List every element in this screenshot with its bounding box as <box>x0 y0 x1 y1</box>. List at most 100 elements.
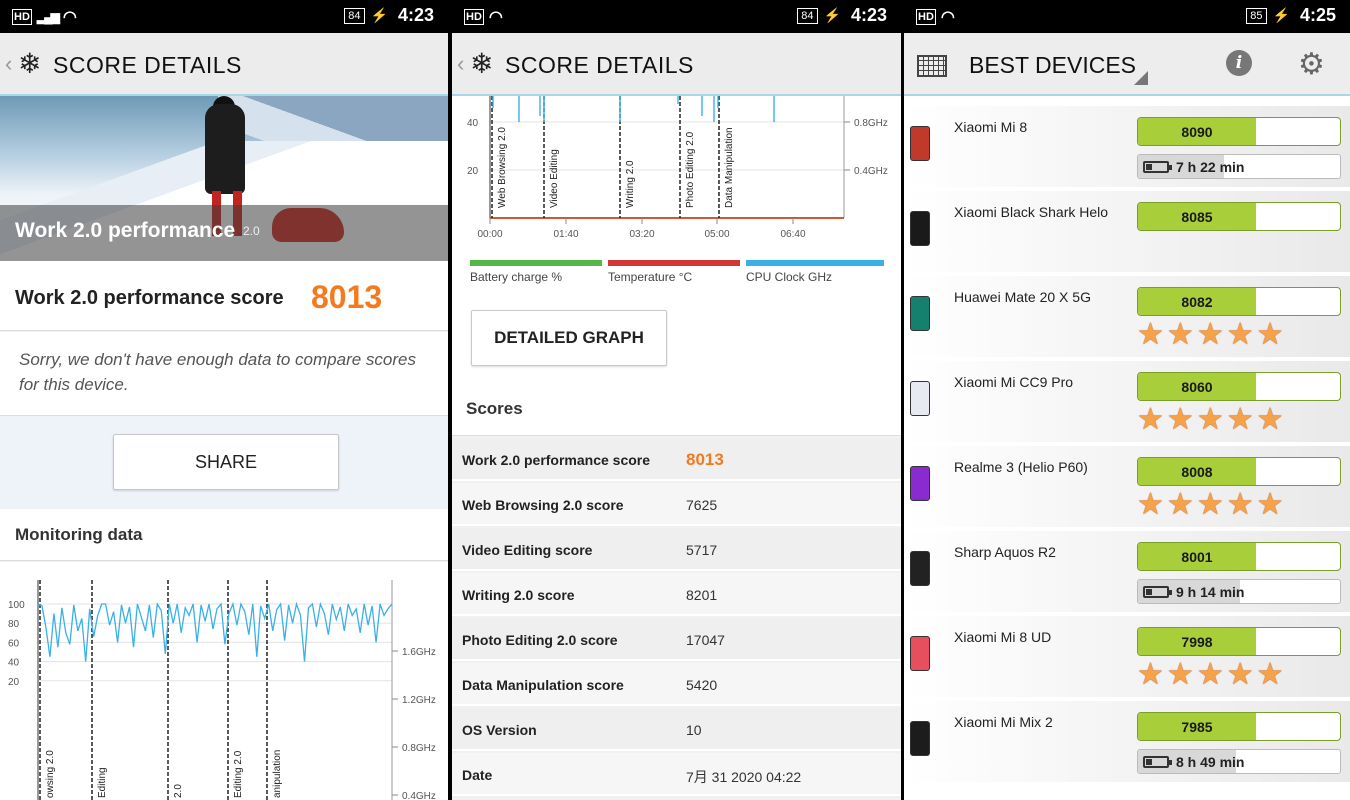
right-tick-label: 0.8GHz <box>854 118 888 129</box>
star-icon: ★ <box>1256 403 1284 436</box>
device-row[interactable]: Realme 3 (Helio P60) 8008 ★ ★ ★ ★ ★ <box>904 446 1350 529</box>
star-icon: ★ <box>1256 318 1284 351</box>
clock: 4:23 <box>397 5 434 25</box>
battery-life: 7 h 22 min <box>1176 159 1245 175</box>
device-row[interactable]: Xiaomi Mi Mix 2 7985 8 h 49 min <box>904 701 1350 784</box>
phone-thumbnail-icon <box>910 551 930 586</box>
right-tick-label: 1.6GHz <box>402 647 436 658</box>
score-row-value: 7月 31 2020 04:22 <box>686 769 802 785</box>
app-bar: BEST DEVICES i ⚙ <box>904 33 1350 96</box>
score-bar: 8085 <box>1137 202 1341 231</box>
star-icon: ★ <box>1196 403 1224 436</box>
device-row[interactable]: Xiaomi Mi 8 8090 7 h 22 min <box>904 106 1350 189</box>
monitoring-chart-svg: 100 80 60 40 20 1.6GHz 1.2GHz 0.8GHz 0.4GHz owsin… <box>8 580 436 800</box>
monitoring-chart-detail: 40 20 0.8GHz 0.4GHz Web Browsing 2.0 Video Ed… <box>452 96 901 256</box>
page-title: SCORE DETAILS <box>505 52 694 78</box>
snowflake-icon: ❄ <box>470 48 494 79</box>
score-row-label: OS Version <box>462 722 537 738</box>
segment-label: Web Browsing 2.0 <box>497 127 508 208</box>
score-row-label: Writing 2.0 score <box>462 587 575 603</box>
score-row: Date 7月 31 2020 04:22 <box>452 753 901 796</box>
hd-indicator: HD <box>12 9 32 25</box>
device-name: Xiaomi Black Shark Helo <box>954 204 1109 220</box>
device-score: 8082 <box>1181 294 1213 310</box>
back-chevron-icon[interactable]: ‹ <box>457 51 464 77</box>
y-tick-label: 80 <box>8 619 20 630</box>
segment-label: Data Manipulation <box>724 127 735 208</box>
score-details-screen-1: HD ▂▄▆ ◠ 84 ⚡ 4:23 ‹ ❄ SCORE DETAILS Work 2.… <box>0 0 448 800</box>
device-row[interactable]: Xiaomi Mi CC9 Pro 8060 ★ ★ ★ ★ ★ <box>904 361 1350 444</box>
status-bar: HD ▂▄▆ ◠ 84 ⚡ 4:23 <box>0 0 448 33</box>
x-tick-label: 05:00 <box>704 229 729 240</box>
charging-icon: ⚡ <box>370 7 388 23</box>
score-bar: 8001 <box>1137 542 1341 571</box>
device-row[interactable]: Huawei Mate 20 X 5G 8082 ★ ★ ★ ★ ★ <box>904 276 1350 359</box>
phone-thumbnail-icon <box>910 211 930 246</box>
segment-label: Editing <box>97 767 108 798</box>
phone-thumbnail-icon <box>910 721 930 756</box>
charging-icon: ⚡ <box>823 7 841 23</box>
chart-legend: Battery charge % Temperature °C CPU Cloc… <box>452 256 901 286</box>
x-tick-label: 03:20 <box>629 229 654 240</box>
star-icon: ★ <box>1166 403 1194 436</box>
battery-icon <box>1143 586 1172 598</box>
score-row: Data Manipulation score 5420 <box>452 663 901 706</box>
device-row[interactable]: Xiaomi Mi 8 UD 7998 ★ ★ ★ ★ ★ <box>904 616 1350 699</box>
score-row-value: 17047 <box>686 632 725 648</box>
score-card: Work 2.0 performance score 8013 <box>0 261 448 331</box>
segment-label: Photo Editing 2.0 <box>685 131 696 208</box>
device-name: Xiaomi Mi CC9 Pro <box>954 374 1074 390</box>
x-tick-label: 01:40 <box>553 229 578 240</box>
device-score: 7985 <box>1181 719 1213 735</box>
star-icon: ★ <box>1196 488 1224 521</box>
score-bar: 8082 <box>1137 287 1341 316</box>
app-bar: ‹ ❄ SCORE DETAILS <box>452 33 901 96</box>
best-devices-screen: HD ◠ 85 ⚡ 4:25 BEST DEVICES i ⚙ Xiaomi Mi 8… <box>904 0 1350 800</box>
star-icon: ★ <box>1196 318 1224 351</box>
device-row[interactable]: Xiaomi Black Shark Helo 8085 <box>904 191 1350 274</box>
gear-icon[interactable]: ⚙ <box>1298 47 1325 82</box>
star-icon: ★ <box>1137 318 1164 351</box>
device-score: 8008 <box>1181 464 1213 480</box>
right-tick-label: 0.8GHz <box>402 743 436 754</box>
hero-version-badge: 2.0 <box>243 224 260 238</box>
score-row: Video Editing score 5717 <box>452 528 901 571</box>
score-row-value: 5717 <box>686 542 718 558</box>
score-row: Web Browsing 2.0 score 7625 <box>452 483 901 526</box>
phone-thumbnail-icon <box>910 126 930 161</box>
signal-icon: ▂▄▆ <box>36 10 60 24</box>
score-row-value: 8201 <box>686 587 718 603</box>
x-tick-label: 00:00 <box>477 229 502 240</box>
scores-heading-label: Scores <box>466 399 523 418</box>
star-icon: ★ <box>1226 488 1254 521</box>
wifi-icon: ◠ <box>488 9 503 26</box>
info-icon[interactable]: i <box>1226 50 1252 76</box>
score-bar: 8090 <box>1137 117 1341 146</box>
detailed-graph-button[interactable]: DETAILED GRAPH <box>471 310 667 366</box>
scores-heading: Scores <box>452 386 901 436</box>
score-bar: 8008 <box>1137 457 1341 486</box>
battery-level: 85 <box>1246 7 1267 24</box>
grid-icon[interactable] <box>917 55 947 77</box>
clock: 4:25 <box>1299 5 1336 25</box>
score-row-label: Data Manipulation score <box>462 677 624 693</box>
dropdown-corner-icon[interactable] <box>1134 71 1148 85</box>
score-row: Writing 2.0 score 8201 <box>452 573 901 616</box>
score-row: OS Version 10 <box>452 708 901 751</box>
device-score: 8060 <box>1181 379 1213 395</box>
star-icon: ★ <box>1166 488 1194 521</box>
cpu-clock-series <box>37 601 393 662</box>
right-tick-label: 0.4GHz <box>402 791 436 800</box>
back-chevron-icon[interactable]: ‹ <box>5 51 12 77</box>
battery-life: 8 h 49 min <box>1176 754 1245 770</box>
score-row: Photo Editing 2.0 score 17047 <box>452 618 901 661</box>
star-icon: ★ <box>1166 318 1194 351</box>
segment-label: Video Editing <box>549 149 560 208</box>
battery-life-bar: 7 h 22 min <box>1137 154 1341 179</box>
star-rating: ★ ★ ★ ★ ★ <box>1137 660 1284 692</box>
share-button[interactable]: SHARE <box>113 434 339 490</box>
comparison-note: Sorry, we don't have enough data to comp… <box>19 350 416 394</box>
comparison-note-card: Sorry, we don't have enough data to comp… <box>0 332 448 416</box>
device-row[interactable]: Sharp Aquos R2 8001 9 h 14 min <box>904 531 1350 614</box>
wifi-icon: ◠ <box>62 9 77 26</box>
